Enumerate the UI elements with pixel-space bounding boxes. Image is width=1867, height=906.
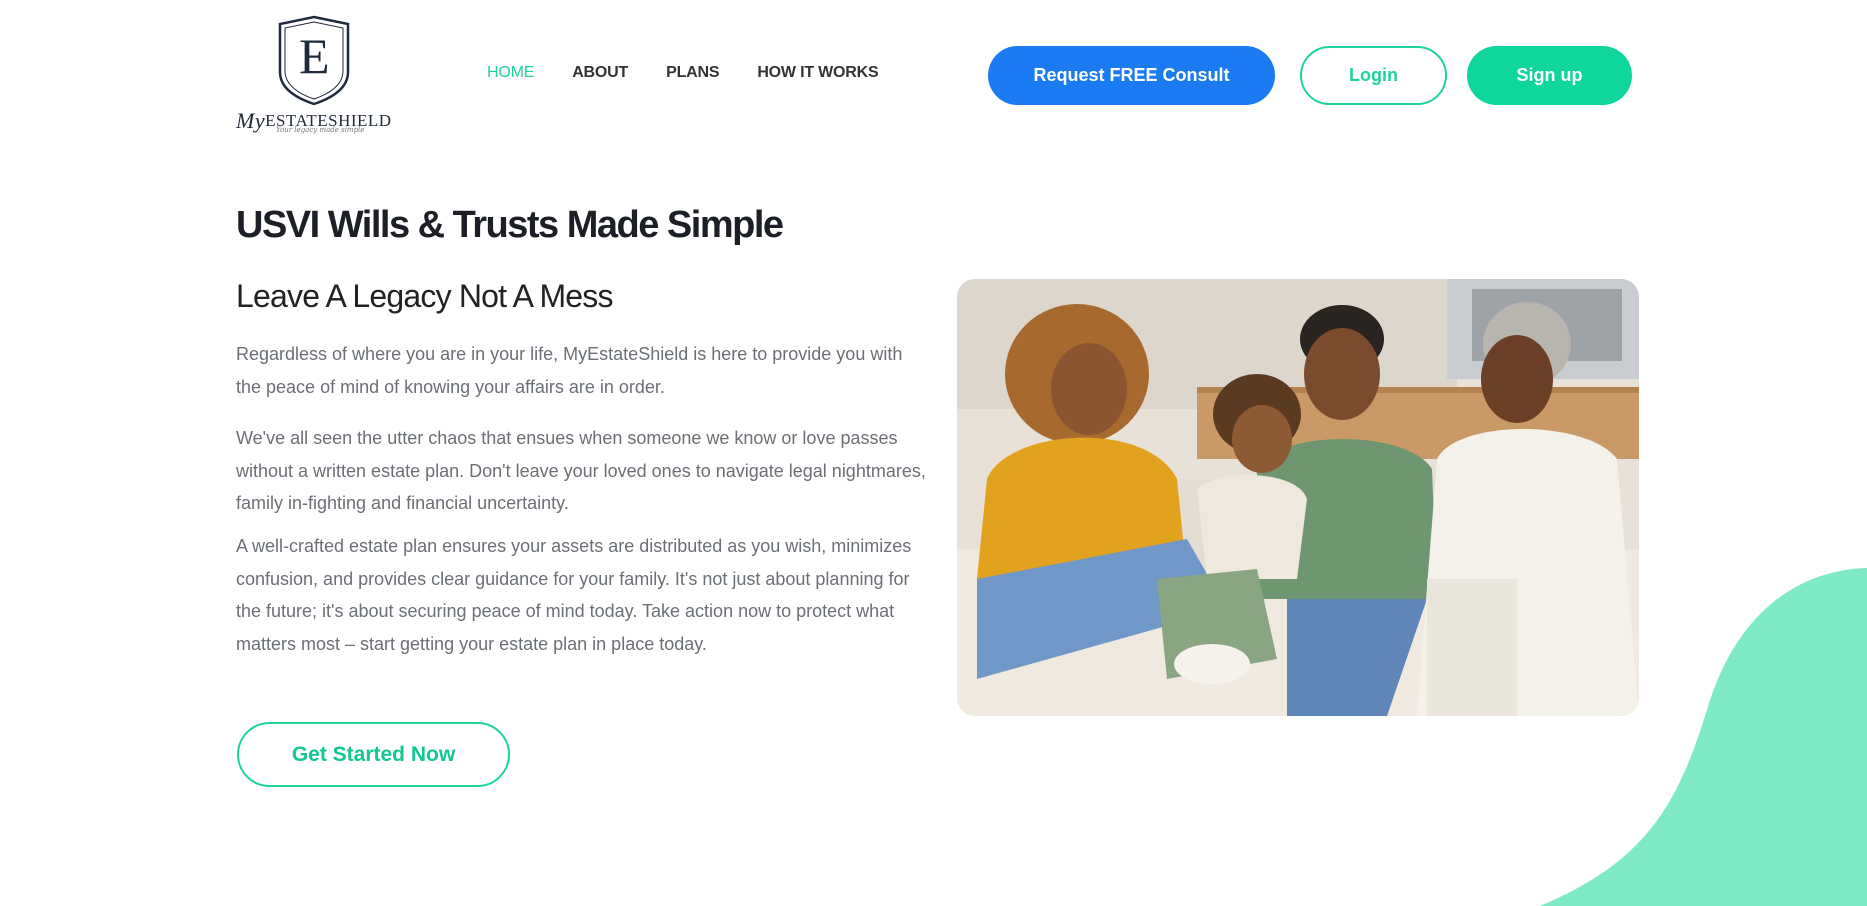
login-button[interactable]: Login (1300, 46, 1447, 105)
hero-paragraph-3: A well-crafted estate plan ensures your … (236, 536, 912, 654)
logo-monogram: E (299, 28, 330, 84)
family-photo (957, 279, 1639, 716)
site-header: E MyESTATESHIELD Your legacy made simple… (0, 0, 1867, 150)
signup-button[interactable]: Sign up (1467, 46, 1632, 105)
main-nav: HOME ABOUT PLANS HOW IT WORKS (487, 64, 879, 82)
hero-subtitle: Leave A Legacy Not A Mess (236, 278, 614, 314)
brand-logo[interactable]: E MyESTATESHIELD Your legacy made simple (236, 14, 392, 136)
nav-item-how-it-works[interactable]: HOW IT WORKS (757, 64, 878, 82)
hero-paragraph-1: Regardless of where you are in your life… (236, 344, 903, 397)
nav-item-home[interactable]: HOME (487, 64, 534, 82)
logo-prefix: My (236, 108, 266, 133)
nav-item-about[interactable]: ABOUT (572, 64, 628, 82)
page-title: USVI Wills & Trusts Made Simple (236, 204, 784, 246)
family-photo-illustration (957, 279, 1639, 716)
hero-paragraph-2: We've all seen the utter chaos that ensu… (236, 428, 926, 513)
logo-wordmark: MyESTATESHIELD (236, 106, 392, 133)
get-started-button[interactable]: Get Started Now (237, 722, 510, 787)
logo-tagline: Your legacy made simple (276, 126, 365, 134)
request-consult-button[interactable]: Request FREE Consult (988, 46, 1275, 105)
nav-item-plans[interactable]: PLANS (666, 64, 719, 82)
